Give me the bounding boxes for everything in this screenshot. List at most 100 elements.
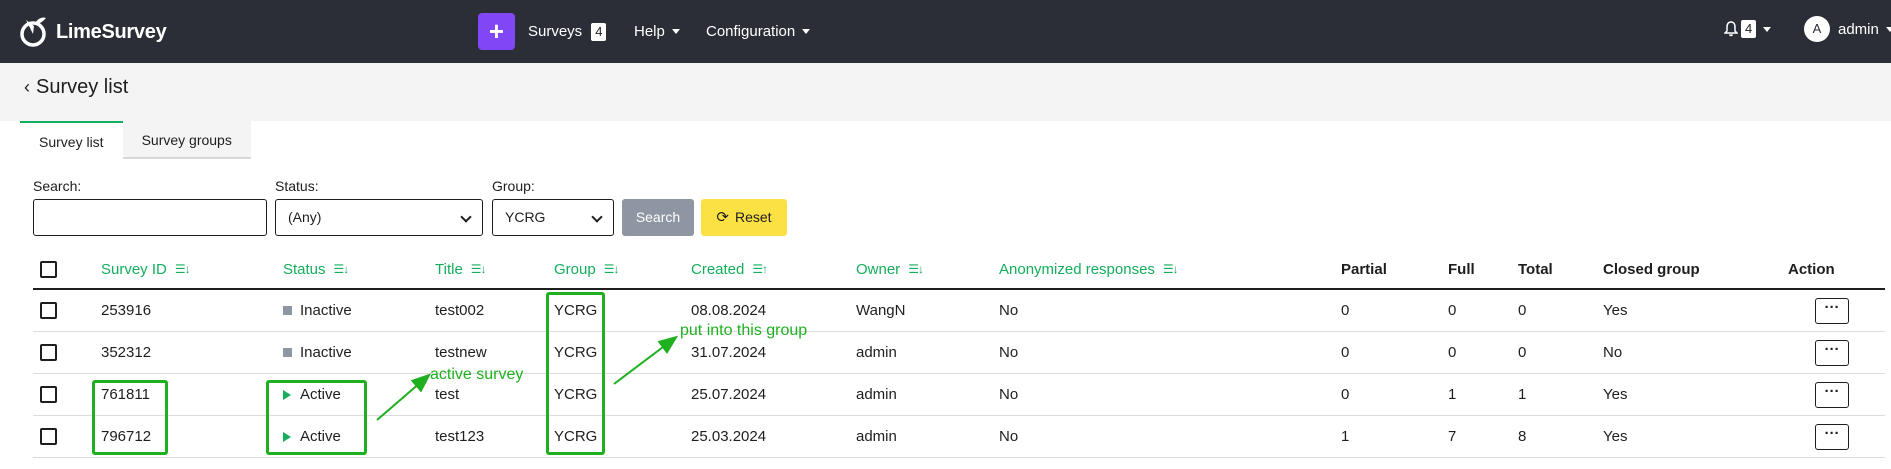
row-select-cell [40, 374, 57, 415]
nav-configuration-menu[interactable]: Configuration [706, 0, 811, 63]
column-full: Full [1448, 260, 1475, 278]
limesurvey-logo-icon [20, 17, 46, 47]
cell-action: ··· [1815, 416, 1849, 457]
cell-status: Inactive [283, 290, 352, 331]
back-chevron-icon[interactable]: ‹ [24, 77, 30, 98]
sort-icon: ☰↓ [333, 262, 350, 276]
reset-button-label: Reset [735, 209, 772, 225]
user-menu[interactable]: A admin [1804, 16, 1891, 42]
annotation-box-active-status [266, 380, 367, 455]
cell-action: ··· [1815, 332, 1849, 373]
column-partial: Partial [1341, 260, 1387, 278]
group-select-value: YCRG [505, 209, 546, 225]
nav-help-label: Help [634, 23, 665, 40]
user-name: admin [1838, 20, 1879, 38]
annotation-box-group-column [546, 292, 605, 455]
row-select-cell [40, 416, 57, 457]
cell-survey-id: 253916 [101, 302, 152, 319]
select-all-checkbox[interactable] [40, 260, 57, 278]
column-owner[interactable]: Owner ☰↓ [856, 250, 924, 288]
top-navbar: LimeSurvey + Surveys 4 Help Configuratio… [0, 0, 1891, 63]
cell-partial: 0 [1341, 386, 1350, 403]
cell-anonymized: No [999, 344, 1019, 361]
column-action: Action [1788, 260, 1835, 278]
row-checkbox[interactable] [40, 428, 57, 445]
cell-total: 1 [1518, 386, 1527, 403]
reset-button[interactable]: ⟳ Reset [701, 199, 787, 236]
inactive-status-icon [283, 306, 292, 315]
cell-full: 0 [1448, 302, 1457, 319]
column-anonymized[interactable]: Anonymized responses ☰↓ [999, 250, 1179, 288]
chevron-down-icon [591, 211, 603, 223]
cell-anonymized: No [999, 302, 1019, 319]
limesurvey-logo[interactable]: LimeSurvey [18, 14, 167, 50]
cell-anonymized: No [999, 386, 1019, 403]
status-label: Status: [275, 178, 319, 194]
group-select[interactable]: YCRG [492, 199, 614, 236]
cell-total: 8 [1518, 428, 1527, 445]
table-row[interactable]: 253916 Inactive test002 YCRG 08.08.2024 … [33, 290, 1885, 332]
cell-full: 0 [1448, 344, 1457, 361]
cell-status-label: Inactive [300, 344, 352, 361]
row-actions-button[interactable]: ··· [1815, 423, 1849, 450]
sort-icon: ☰↓ [470, 262, 487, 276]
chevron-down-icon [460, 211, 472, 223]
row-checkbox[interactable] [40, 386, 57, 403]
cell-anonymized: No [999, 428, 1019, 445]
annotation-active-survey: active survey [430, 366, 524, 383]
annotation-box-survey-ids [92, 380, 168, 455]
tab-survey-groups[interactable]: Survey groups [122, 121, 251, 159]
cell-created: 25.03.2024 [691, 428, 767, 445]
nav-surveys[interactable]: Surveys 4 [528, 0, 607, 63]
column-status-label: Status [283, 260, 326, 278]
cell-closed-group: No [1603, 344, 1623, 361]
row-actions-button[interactable]: ··· [1815, 339, 1849, 366]
column-created[interactable]: Created ☰↑ [691, 250, 768, 288]
column-title[interactable]: Title ☰↓ [435, 250, 487, 288]
nav-help-menu[interactable]: Help [634, 0, 680, 63]
tab-survey-list[interactable]: Survey list [20, 121, 123, 159]
create-survey-button[interactable]: + [478, 13, 515, 50]
column-group-label: Group [554, 260, 596, 278]
cell-owner: WangN [856, 302, 906, 319]
search-button[interactable]: Search [622, 199, 694, 236]
bell-icon [1724, 21, 1738, 37]
nav-surveys-label: Surveys [528, 23, 583, 40]
cell-total: 0 [1518, 344, 1527, 361]
column-created-label: Created [691, 260, 745, 278]
row-select-cell [40, 290, 57, 331]
cell-owner: admin [856, 428, 897, 445]
cell-title: test123 [435, 428, 485, 445]
row-actions-button[interactable]: ··· [1815, 297, 1849, 324]
surveys-count-badge: 4 [591, 22, 607, 41]
status-select[interactable]: (Any) [275, 199, 483, 236]
caret-down-icon [1885, 26, 1891, 32]
select-all-cell [40, 250, 57, 288]
sort-icon: ☰↓ [1162, 262, 1179, 276]
inactive-status-icon [283, 348, 292, 357]
notifications-button[interactable]: 4 [1724, 20, 1772, 38]
page-title-text: Survey list [36, 76, 129, 98]
row-checkbox[interactable] [40, 344, 57, 361]
column-anonymized-label: Anonymized responses [999, 260, 1155, 278]
row-actions-button[interactable]: ··· [1815, 381, 1849, 408]
column-survey-id[interactable]: Survey ID ☰↓ [101, 250, 191, 288]
page-title: ‹ Survey list [24, 76, 128, 99]
table-header-row: Survey ID ☰↓ Status ☰↓ Title ☰↓ Group ☰↓ Cre… [33, 250, 1885, 290]
row-checkbox[interactable] [40, 302, 57, 319]
search-label: Search: [33, 178, 82, 194]
cell-status-label: Inactive [300, 302, 352, 319]
sort-icon: ☰↓ [603, 262, 620, 276]
cell-survey-id: 352312 [101, 344, 152, 361]
cell-partial: 1 [1341, 428, 1350, 445]
caret-down-icon [671, 29, 680, 34]
cell-owner: admin [856, 386, 897, 403]
notifications-count-badge: 4 [1741, 20, 1757, 38]
annotation-put-into-group: put into this group [680, 322, 808, 339]
search-input[interactable] [33, 199, 267, 236]
column-group[interactable]: Group ☰↓ [554, 250, 620, 288]
column-status[interactable]: Status ☰↓ [283, 250, 350, 288]
table-row[interactable]: 352312 Inactive testnew YCRG 31.07.2024 … [33, 332, 1885, 374]
logo-text: LimeSurvey [56, 20, 167, 43]
column-survey-id-label: Survey ID [101, 260, 167, 278]
